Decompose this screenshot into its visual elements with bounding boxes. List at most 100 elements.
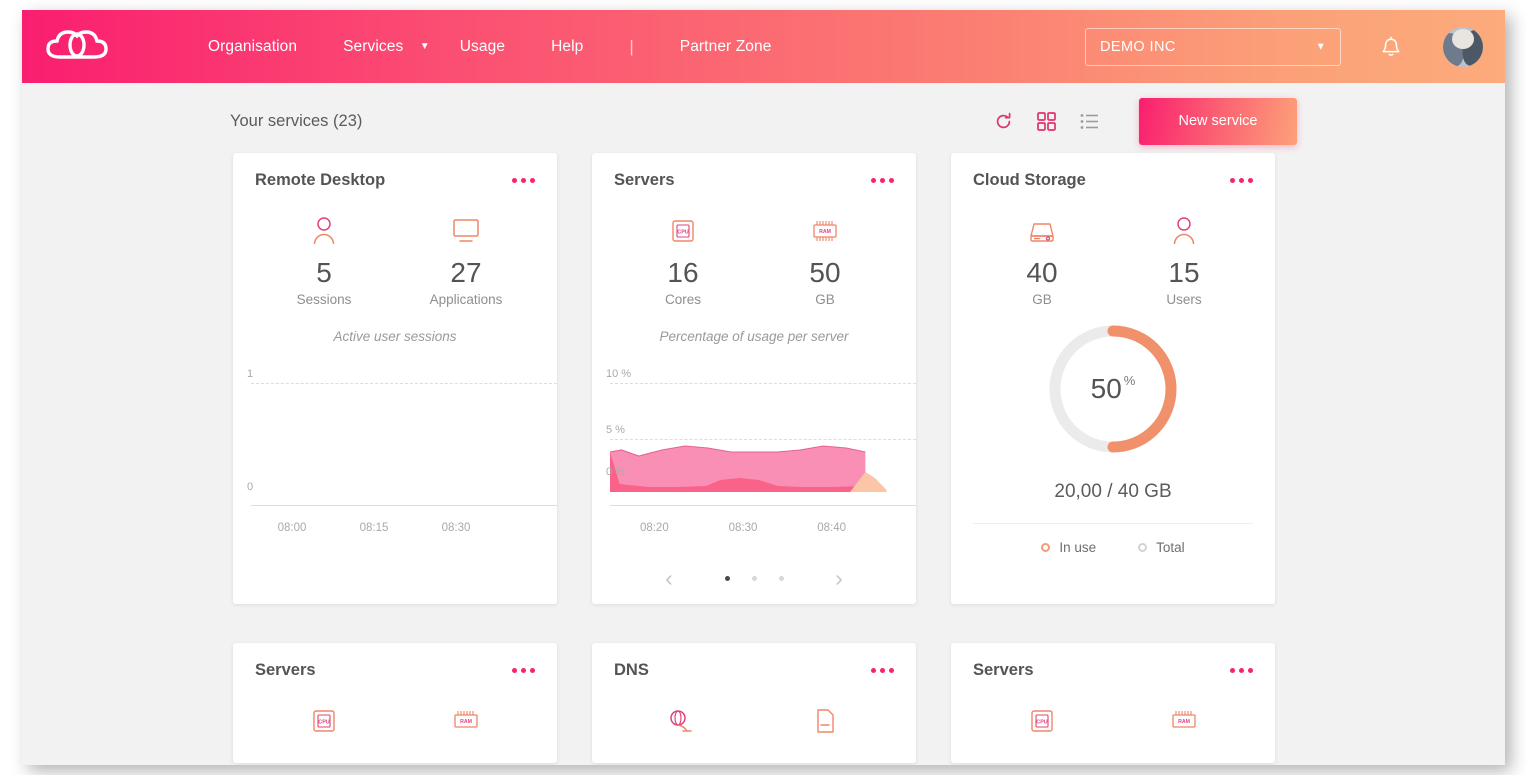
service-card-cloud-storage[interactable]: Cloud Storage 40 GB 15 Users 50 % 20,00 …	[951, 153, 1275, 604]
avatar[interactable]	[1443, 26, 1483, 67]
ram-icon: RAM	[426, 706, 506, 740]
nav-label-organisation: Organisation	[208, 37, 298, 55]
legend-item-in-use[interactable]: In use	[1041, 540, 1096, 555]
card-title: Servers	[255, 661, 316, 679]
globe-icon	[643, 706, 723, 740]
organisation-selector[interactable]: DEMO INC ▼	[1085, 27, 1341, 66]
more-options-icon[interactable]	[508, 178, 535, 183]
more-options-icon[interactable]	[867, 178, 894, 183]
metric-label: Sessions	[296, 292, 352, 308]
storage-legend: In use Total	[973, 523, 1253, 555]
document-icon	[785, 706, 865, 740]
metric-applications: 27 Applications	[426, 216, 506, 307]
nav-label-help: Help	[551, 37, 584, 55]
cpu-icon: CPU	[643, 216, 723, 250]
sessions-chart: 1 0 08:00 08:15 08:30	[233, 368, 557, 548]
storage-usage-text: 20,00 / 40 GB	[1054, 481, 1172, 503]
donut-unit: %	[1123, 372, 1136, 388]
card-title: DNS	[614, 661, 649, 679]
metric-label: GB	[1032, 292, 1052, 308]
user-icon	[284, 216, 364, 250]
svg-text:RAM: RAM	[460, 719, 472, 725]
toolbar-actions: New service	[994, 83, 1297, 159]
metric-ram: RAM 50 GB	[785, 216, 865, 307]
chart-axis	[610, 505, 916, 507]
nav-item-services[interactable]: Services ▼	[343, 38, 430, 56]
chart-y-label: 1	[247, 368, 254, 381]
top-bar-right-group: DEMO INC ▼	[1085, 10, 1483, 83]
more-options-icon[interactable]	[508, 668, 535, 673]
chart-x-tick: 08:20	[639, 522, 669, 535]
chart-gridline	[251, 383, 557, 385]
service-card-servers-2[interactable]: Servers CPU RAM	[233, 643, 557, 763]
service-card-remote-desktop[interactable]: Remote Desktop 5 Sessions 27 Application…	[233, 153, 753, 604]
card-metrics: CPU RAM	[233, 706, 557, 748]
usage-chart: 10 % 5 % 0 % 08:20 08:30 08:40	[592, 368, 916, 548]
chevron-down-icon: ▼	[419, 40, 430, 52]
card-caption: Percentage of usage per server	[659, 329, 849, 345]
nav-item-organisation[interactable]: Organisation	[208, 38, 297, 56]
service-card-servers-3[interactable]: Servers CPU RAM	[951, 643, 1275, 763]
bell-icon[interactable]	[1381, 35, 1401, 58]
card-header: DNS	[592, 643, 916, 680]
new-service-button[interactable]: New service	[1139, 97, 1297, 145]
list-view-icon[interactable]	[1080, 112, 1099, 131]
card-row-1: Remote Desktop 5 Sessions 27 Application…	[233, 153, 1276, 604]
more-options-icon[interactable]	[1226, 178, 1253, 183]
cpu-icon: CPU	[284, 706, 364, 740]
carousel-dot[interactable]	[778, 576, 784, 581]
storage-donut-chart: 50%	[1041, 317, 1185, 461]
card-header: Servers	[233, 643, 557, 680]
card-metrics: CPU RAM	[951, 706, 1275, 748]
cpu-icon: CPU	[1002, 706, 1082, 740]
carousel-dot[interactable]	[751, 576, 757, 581]
card-title: Servers	[614, 171, 675, 189]
service-card-servers[interactable]: Servers CPU 16 Cores RAM 50 GB Percentag…	[592, 153, 916, 604]
metric-cores: CPU	[1002, 706, 1082, 748]
legend-item-total[interactable]: Total	[1138, 540, 1185, 555]
legend-label: Total	[1156, 540, 1185, 556]
refresh-icon[interactable]	[994, 112, 1013, 131]
card-row-2: Servers CPU RAM DNS Servers CPU RAM	[233, 643, 1276, 763]
services-toolbar: Your services (23) New service	[22, 83, 1505, 159]
more-options-icon[interactable]	[1226, 668, 1253, 673]
organisation-selector-value: DEMO INC	[1100, 38, 1176, 55]
metric-cores: CPU	[284, 706, 364, 748]
chevron-left-icon[interactable]: ‹	[649, 567, 689, 590]
more-options-icon[interactable]	[867, 668, 894, 673]
service-card-dns[interactable]: DNS	[592, 643, 916, 763]
metric-domains	[643, 706, 723, 748]
carousel-dot[interactable]	[724, 576, 730, 581]
cloud-logo-icon[interactable]	[46, 27, 108, 67]
chart-x-tick: 08:40	[817, 522, 847, 535]
nav-item-partner-zone[interactable]: Partner Zone	[680, 38, 772, 56]
nav-item-help[interactable]: Help	[551, 38, 583, 56]
legend-label: In use	[1059, 540, 1097, 556]
nav-separator: |	[629, 36, 634, 56]
metric-value: 40	[1026, 257, 1058, 288]
metric-ram: RAM	[1144, 706, 1224, 748]
chart-x-labels: 08:00 08:15 08:30	[251, 522, 557, 534]
ram-icon: RAM	[785, 216, 865, 250]
card-title: Servers	[973, 661, 1034, 679]
grid-view-icon[interactable]	[1037, 111, 1056, 131]
services-grid: Remote Desktop 5 Sessions 27 Application…	[233, 153, 1276, 765]
metric-sessions: 5 Sessions	[284, 216, 364, 307]
page-title: Your services (23)	[230, 111, 363, 130]
donut-percent: 50	[1090, 373, 1122, 405]
legend-bullet-icon	[1041, 543, 1051, 553]
nav-item-usage[interactable]: Usage	[460, 38, 505, 56]
chart-x-tick: 08:00	[277, 522, 307, 535]
svg-text:RAM: RAM	[1178, 719, 1190, 725]
card-metrics: CPU 16 Cores RAM 50 GB	[592, 216, 916, 307]
card-header: Servers	[592, 153, 916, 190]
legend-bullet-icon	[1138, 543, 1148, 553]
nav-label-partner-zone: Partner Zone	[679, 37, 772, 55]
chevron-right-icon[interactable]: ›	[819, 567, 859, 590]
metric-label: Users	[1166, 292, 1202, 308]
chart-axis	[251, 505, 557, 507]
chart-x-tick: 08:30	[728, 522, 758, 535]
metric-records	[785, 706, 865, 748]
top-navigation-bar: Organisation Services ▼ Usage Help | Par…	[22, 10, 1505, 83]
metric-value: 16	[667, 257, 699, 288]
